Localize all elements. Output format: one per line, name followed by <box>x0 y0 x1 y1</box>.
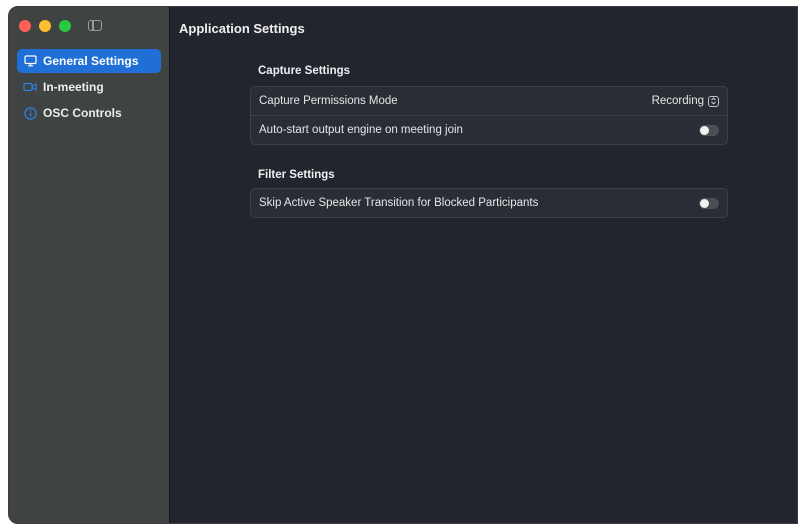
sidebar-toggle-icon[interactable] <box>88 20 102 31</box>
sidebar-item-in-meeting[interactable]: In-meeting <box>17 75 161 99</box>
row-label: Capture Permissions Mode <box>259 95 398 107</box>
sidebar-item-label: In-meeting <box>43 80 104 94</box>
video-camera-icon <box>23 80 37 94</box>
auto-start-output-engine-toggle[interactable] <box>699 124 719 136</box>
sidebar-item-label: General Settings <box>43 54 139 68</box>
sidebar-item-label: OSC Controls <box>43 106 122 120</box>
info-icon <box>23 106 37 120</box>
monitor-icon <box>23 54 37 68</box>
sidebar-item-osc-controls[interactable]: OSC Controls <box>17 101 161 125</box>
filter-settings-group: Skip Active Speaker Transition for Block… <box>250 188 728 218</box>
zoom-window-button[interactable] <box>59 20 71 32</box>
minimize-window-button[interactable] <box>39 20 51 32</box>
capture-settings-group: Capture Permissions Mode Recording Auto-… <box>250 86 728 145</box>
sidebar-nav: General Settings In-meeting OSC Controls <box>17 49 161 127</box>
page-title: Application Settings <box>179 21 305 36</box>
capture-permissions-mode-select[interactable]: Recording <box>652 95 719 107</box>
skip-active-speaker-transition-row: Skip Active Speaker Transition for Block… <box>251 189 727 217</box>
window-controls <box>19 20 71 32</box>
skip-active-speaker-transition-toggle[interactable] <box>699 197 719 209</box>
row-label: Auto-start output engine on meeting join <box>259 124 463 136</box>
select-value: Recording <box>651 95 704 107</box>
capture-permissions-mode-row: Capture Permissions Mode Recording <box>251 87 727 115</box>
section-title-capture-settings: Capture Settings <box>258 65 351 77</box>
main-content: Application Settings Capture Settings Ca… <box>170 7 797 523</box>
sidebar-item-general-settings[interactable]: General Settings <box>17 49 161 73</box>
chevron-updown-icon <box>708 95 719 107</box>
settings-window: General Settings In-meeting OSC Controls… <box>8 6 798 524</box>
close-window-button[interactable] <box>19 20 31 32</box>
auto-start-output-engine-row: Auto-start output engine on meeting join <box>251 115 727 144</box>
section-title-filter-settings: Filter Settings <box>258 169 335 181</box>
sidebar: General Settings In-meeting OSC Controls <box>9 7 170 523</box>
row-label: Skip Active Speaker Transition for Block… <box>259 197 539 209</box>
